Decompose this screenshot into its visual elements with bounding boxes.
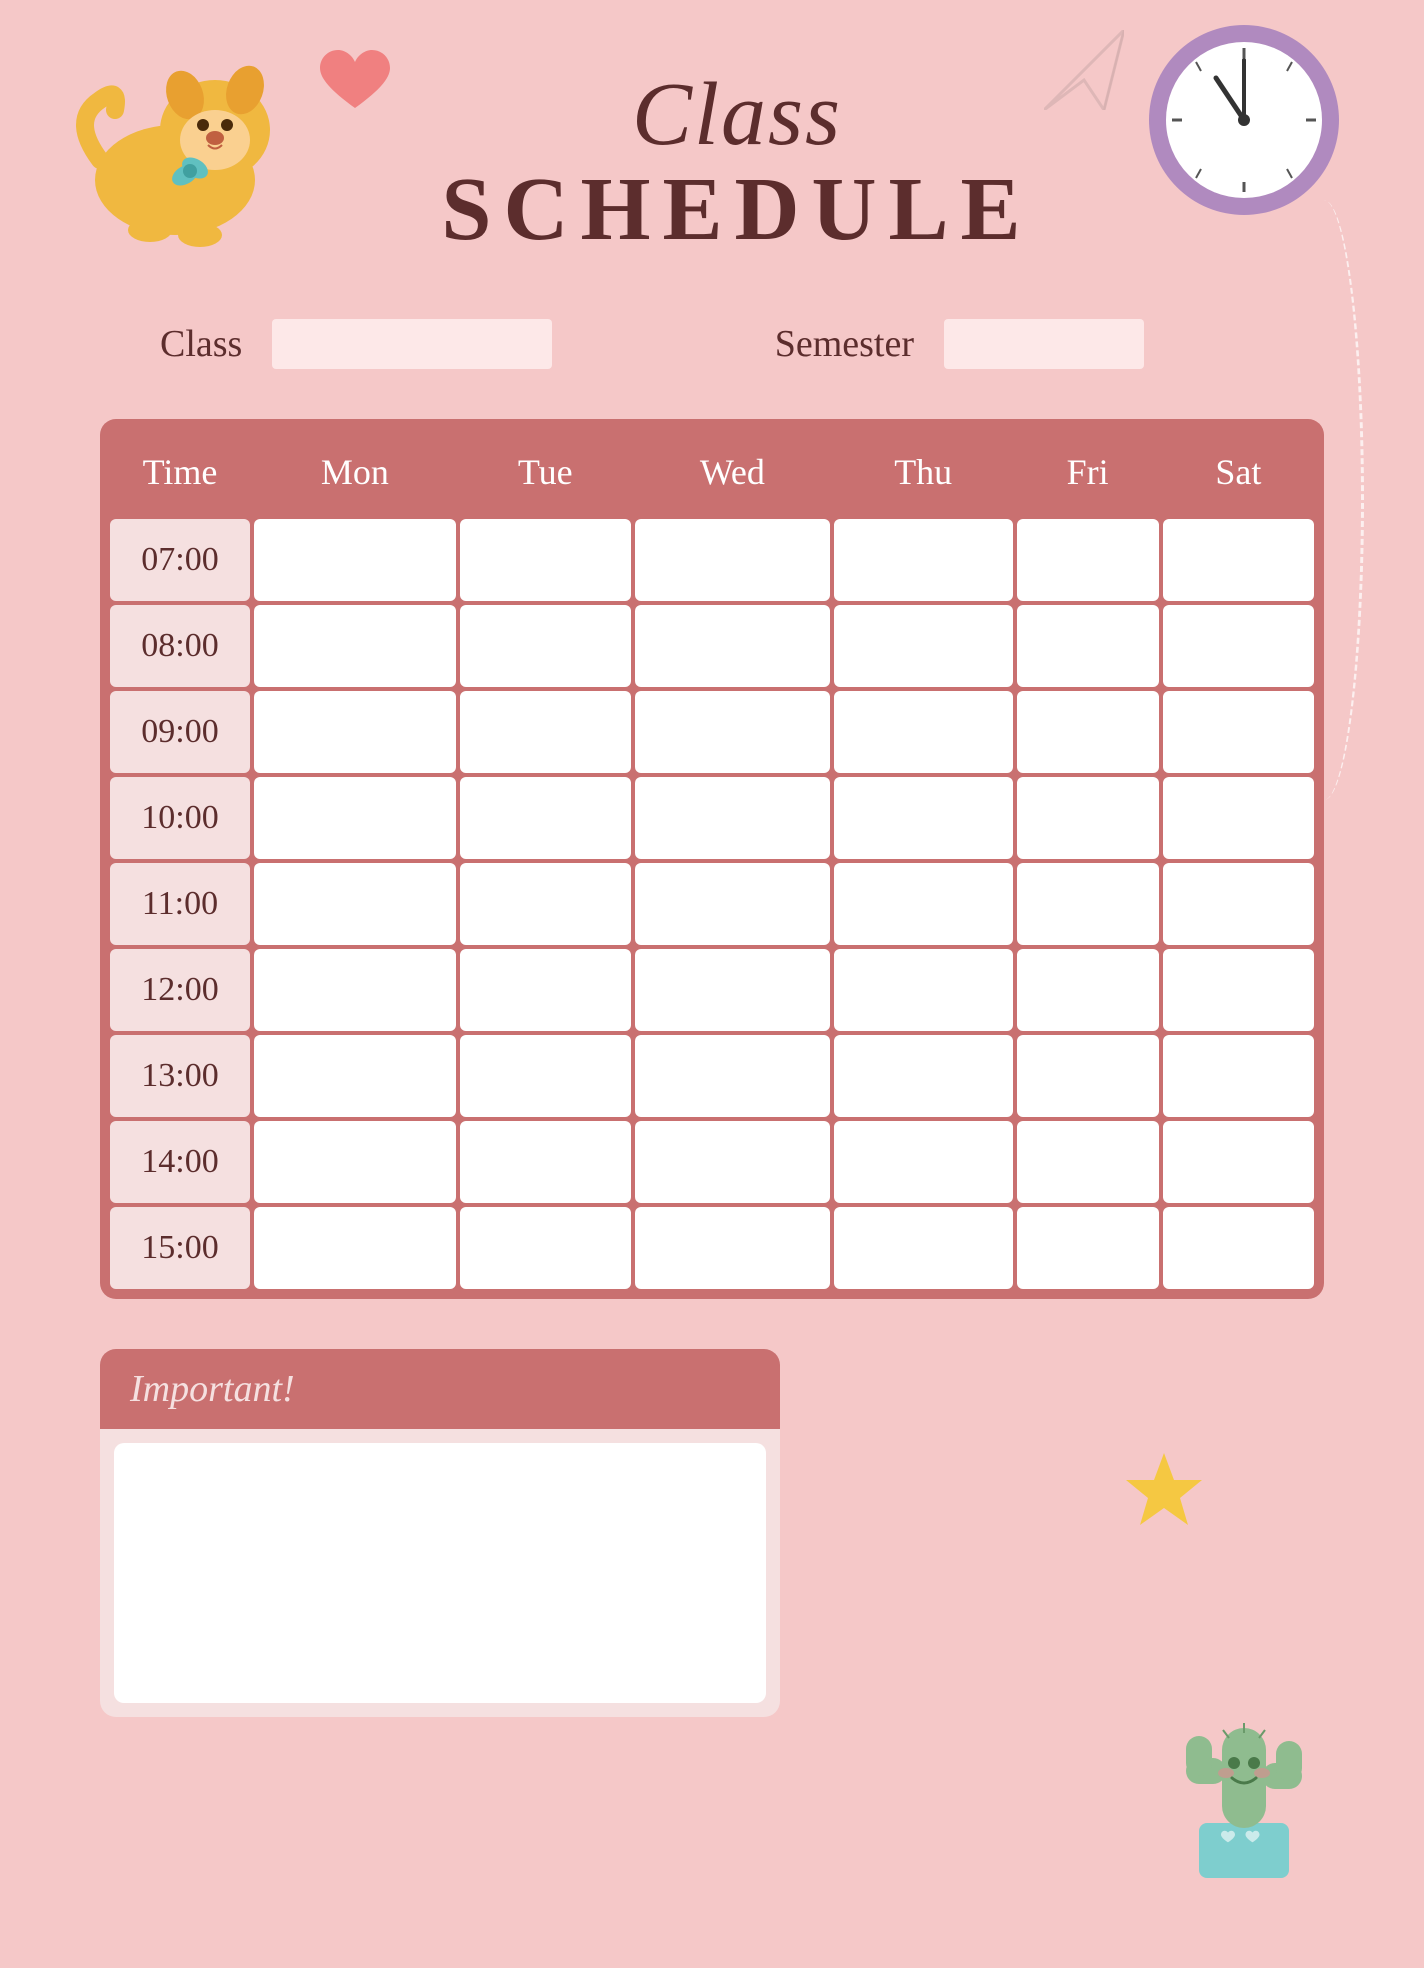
semester-input[interactable]: [944, 319, 1144, 369]
schedule-cell[interactable]: [460, 777, 631, 859]
schedule-cell[interactable]: [460, 1121, 631, 1203]
schedule-cell[interactable]: [834, 949, 1013, 1031]
table-row: 12:00: [110, 949, 1314, 1031]
time-cell: 10:00: [110, 777, 250, 859]
time-cell: 09:00: [110, 691, 250, 773]
time-cell: 07:00: [110, 519, 250, 601]
col-header-fri: Fri: [1017, 429, 1159, 515]
schedule-cell[interactable]: [834, 519, 1013, 601]
time-cell: 14:00: [110, 1121, 250, 1203]
schedule-cell[interactable]: [1017, 1121, 1159, 1203]
schedule-cell[interactable]: [635, 1035, 830, 1117]
class-label: Class: [160, 322, 242, 366]
col-header-time: Time: [110, 429, 250, 515]
table-row: 08:00: [110, 605, 1314, 687]
time-cell: 15:00: [110, 1207, 250, 1289]
schedule-table-wrapper: Time Mon Tue Wed Thu Fri Sat 07:0008:000…: [100, 419, 1324, 1299]
schedule-cell[interactable]: [834, 691, 1013, 773]
schedule-cell[interactable]: [1163, 863, 1314, 945]
schedule-table: Time Mon Tue Wed Thu Fri Sat 07:0008:000…: [106, 425, 1318, 1293]
important-header: Important!: [100, 1349, 780, 1429]
schedule-cell[interactable]: [834, 1035, 1013, 1117]
schedule-cell[interactable]: [460, 519, 631, 601]
heart-icon: [320, 50, 390, 115]
important-section: Important!: [100, 1349, 780, 1717]
time-cell: 13:00: [110, 1035, 250, 1117]
schedule-cell[interactable]: [635, 691, 830, 773]
table-row: 09:00: [110, 691, 1314, 773]
table-row: 10:00: [110, 777, 1314, 859]
schedule-cell[interactable]: [1017, 691, 1159, 773]
schedule-cell[interactable]: [635, 949, 830, 1031]
dashed-decoration: [1284, 200, 1364, 800]
schedule-cell[interactable]: [254, 519, 456, 601]
table-row: 15:00: [110, 1207, 1314, 1289]
class-input[interactable]: [272, 319, 552, 369]
schedule-cell[interactable]: [635, 863, 830, 945]
schedule-cell[interactable]: [834, 777, 1013, 859]
important-body[interactable]: [114, 1443, 766, 1703]
schedule-cell[interactable]: [635, 1121, 830, 1203]
schedule-cell[interactable]: [254, 1207, 456, 1289]
table-row: 07:00: [110, 519, 1314, 601]
col-header-thu: Thu: [834, 429, 1013, 515]
schedule-cell[interactable]: [834, 1121, 1013, 1203]
schedule-cell[interactable]: [460, 605, 631, 687]
info-row: Class Semester: [100, 319, 1324, 369]
schedule-cell[interactable]: [254, 863, 456, 945]
schedule-cell[interactable]: [1163, 1207, 1314, 1289]
table-body: 07:0008:0009:0010:0011:0012:0013:0014:00…: [110, 519, 1314, 1289]
schedule-cell[interactable]: [834, 605, 1013, 687]
page: Class SCHEDULE Class Semester Time Mon T…: [0, 0, 1424, 1968]
col-header-tue: Tue: [460, 429, 631, 515]
schedule-cell[interactable]: [1017, 949, 1159, 1031]
time-cell: 12:00: [110, 949, 250, 1031]
col-header-wed: Wed: [635, 429, 830, 515]
schedule-cell[interactable]: [460, 691, 631, 773]
star-icon: [1124, 1448, 1204, 1528]
semester-label: Semester: [775, 322, 914, 366]
table-row: 11:00: [110, 863, 1314, 945]
schedule-cell[interactable]: [834, 863, 1013, 945]
schedule-cell[interactable]: [254, 777, 456, 859]
schedule-cell[interactable]: [254, 1121, 456, 1203]
dog-icon: [60, 20, 290, 250]
table-row: 14:00: [110, 1121, 1314, 1203]
table-header-row: Time Mon Tue Wed Thu Fri Sat: [110, 429, 1314, 515]
schedule-cell[interactable]: [1163, 1121, 1314, 1203]
time-cell: 11:00: [110, 863, 250, 945]
schedule-cell[interactable]: [1017, 777, 1159, 859]
schedule-cell[interactable]: [635, 519, 830, 601]
schedule-cell[interactable]: [635, 777, 830, 859]
time-cell: 08:00: [110, 605, 250, 687]
schedule-cell[interactable]: [460, 1207, 631, 1289]
schedule-cell[interactable]: [1163, 949, 1314, 1031]
col-header-mon: Mon: [254, 429, 456, 515]
schedule-cell[interactable]: [460, 863, 631, 945]
cactus-icon: [1144, 1668, 1344, 1888]
schedule-cell[interactable]: [1017, 863, 1159, 945]
schedule-cell[interactable]: [254, 949, 456, 1031]
schedule-cell[interactable]: [1163, 1035, 1314, 1117]
schedule-cell[interactable]: [635, 605, 830, 687]
table-row: 13:00: [110, 1035, 1314, 1117]
schedule-cell[interactable]: [460, 949, 631, 1031]
schedule-cell[interactable]: [1017, 605, 1159, 687]
schedule-cell[interactable]: [254, 1035, 456, 1117]
schedule-cell[interactable]: [1017, 1207, 1159, 1289]
clock-icon: [1144, 20, 1344, 220]
schedule-cell[interactable]: [254, 691, 456, 773]
schedule-cell[interactable]: [1017, 1035, 1159, 1117]
schedule-cell[interactable]: [635, 1207, 830, 1289]
paper-plane-icon: [1044, 30, 1124, 110]
schedule-cell[interactable]: [834, 1207, 1013, 1289]
schedule-cell[interactable]: [460, 1035, 631, 1117]
schedule-cell[interactable]: [1017, 519, 1159, 601]
schedule-cell[interactable]: [254, 605, 456, 687]
